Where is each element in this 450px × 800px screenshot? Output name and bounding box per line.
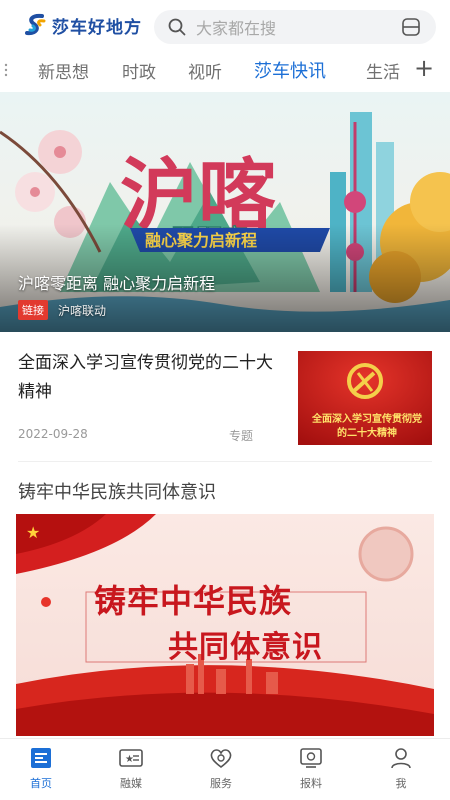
section-title[interactable]: 铸牢中华民族共同体意识 bbox=[18, 478, 216, 504]
tab-xinsixiang[interactable]: 新思想 bbox=[38, 58, 89, 83]
banner-title[interactable]: 沪喀零距离 融心聚力启新程 bbox=[18, 270, 215, 294]
flag-star-icon: ★ bbox=[26, 523, 40, 542]
nav-report-label: 报料 bbox=[300, 777, 322, 790]
tab-shenghuo[interactable]: 生活 bbox=[366, 58, 400, 83]
add-channel-icon[interactable]: + bbox=[414, 54, 434, 82]
app-header: 莎车好地方 大家都在搜 bbox=[0, 0, 450, 50]
thumbnail-caption: 全面深入学习宣传贯彻党的二十大精神 bbox=[312, 414, 422, 439]
search-bar[interactable]: 大家都在搜 bbox=[154, 10, 436, 44]
news-item[interactable]: 全面深入学习宣传贯彻党的二十大精神 2022-09-28 专题 全面深入学习宣传… bbox=[0, 335, 450, 462]
home-icon bbox=[31, 748, 51, 768]
channel-tabs: 新思想 时政 视听 莎车快讯 生活 + bbox=[0, 50, 450, 90]
logo-icon bbox=[25, 13, 46, 36]
nav-home-label: 首页 bbox=[30, 777, 52, 790]
nav-service-label: 服务 bbox=[210, 777, 232, 790]
nav-media-label: 融媒 bbox=[120, 777, 142, 790]
app-logo[interactable]: 莎车好地方 bbox=[22, 10, 142, 40]
banner-source: 沪喀联动 bbox=[58, 303, 107, 318]
tab-shizheng[interactable]: 时政 bbox=[122, 58, 156, 83]
report-icon bbox=[300, 748, 322, 768]
section-image-line2: 共同体意识 bbox=[168, 630, 323, 665]
nav-service[interactable]: 服务 bbox=[191, 745, 251, 791]
bottom-navigation: 首页 ★ 融媒 服务 报料 我 bbox=[0, 738, 450, 800]
nav-media[interactable]: ★ 融媒 bbox=[101, 745, 161, 791]
banner-image: 沪喀 零距离 融心聚力启新程 bbox=[0, 92, 450, 332]
section-image-line1: 铸牢中华民族 bbox=[94, 582, 293, 620]
nav-home[interactable]: 首页 bbox=[11, 745, 71, 791]
banner-meta: 链接 沪喀联动 bbox=[18, 300, 106, 320]
profile-icon bbox=[391, 748, 411, 769]
nav-profile[interactable]: 我 bbox=[371, 745, 431, 791]
service-icon bbox=[210, 749, 232, 769]
tab-shiting[interactable]: 视听 bbox=[188, 58, 222, 83]
nav-profile-label: 我 bbox=[395, 777, 407, 790]
scan-icon[interactable] bbox=[400, 16, 422, 38]
link-badge: 链接 bbox=[18, 300, 48, 320]
media-icon: ★ bbox=[119, 749, 143, 767]
top-banner[interactable]: 沪喀 零距离 融心聚力启新程 沪喀零距离 融心聚力启新程 链接 沪喀联动 bbox=[0, 92, 450, 332]
svg-text:★: ★ bbox=[125, 754, 134, 765]
news-tag: 专题 bbox=[229, 429, 254, 443]
section-image[interactable]: ★ 铸牢中华民族 共同体意识 bbox=[16, 514, 434, 736]
news-thumbnail[interactable]: 全面深入学习宣传贯彻党的二十大精神 bbox=[298, 351, 432, 445]
search-icon bbox=[168, 18, 186, 36]
search-placeholder[interactable]: 大家都在搜 bbox=[196, 15, 400, 39]
divider bbox=[18, 461, 432, 462]
news-date: 2022-09-28 bbox=[18, 427, 88, 441]
news-title[interactable]: 全面深入学习宣传贯彻党的二十大精神 bbox=[18, 349, 280, 407]
logo-text: 莎车好地方 bbox=[52, 17, 142, 38]
tab-menu-handle-icon[interactable] bbox=[4, 62, 8, 78]
nav-report[interactable]: 报料 bbox=[281, 745, 341, 791]
tab-shache-kuaixun[interactable]: 莎车快讯 bbox=[254, 57, 326, 83]
